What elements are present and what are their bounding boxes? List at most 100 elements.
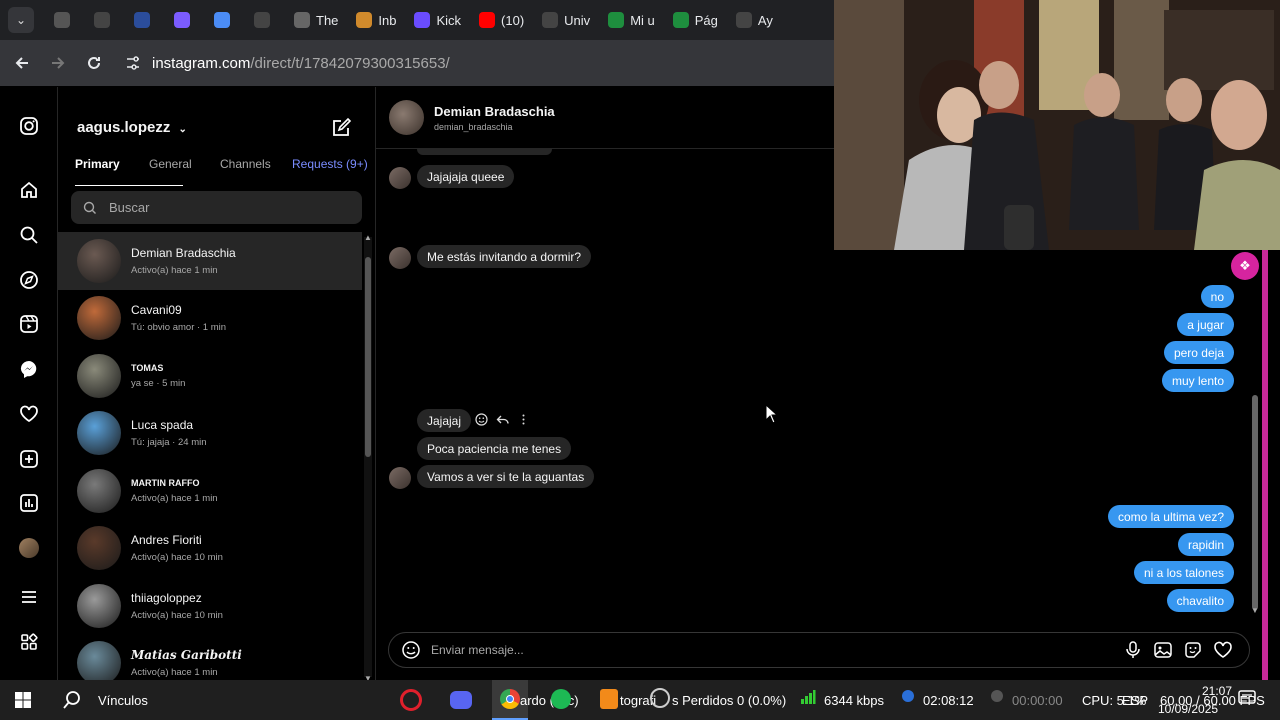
reload-icon: [88, 57, 100, 69]
account-switcher[interactable]: aagus.lopezz ⌄: [77, 119, 187, 136]
messenger-icon[interactable]: [17, 357, 41, 381]
site-info-icon[interactable]: [124, 54, 142, 72]
reels-icon[interactable]: [17, 312, 41, 336]
search-placeholder: Buscar: [109, 200, 150, 215]
message-out[interactable]: como la ultima vez?: [1107, 505, 1234, 528]
browser-tab[interactable]: [128, 5, 162, 35]
tab-general[interactable]: General: [149, 155, 192, 173]
browser-tab[interactable]: (10): [473, 5, 530, 35]
opera-icon[interactable]: [400, 689, 422, 711]
message-in[interactable]: Jajajaja queee: [417, 165, 515, 188]
avatar: [77, 238, 121, 283]
conversation-item[interactable]: TOMAS ya se · 5 min: [58, 347, 362, 405]
message-in[interactable]: Vamos a ver si te la aguantas: [417, 465, 595, 488]
chatgpt-icon: [735, 12, 752, 28]
windows-start-icon[interactable]: [14, 691, 32, 709]
taskbar-search[interactable]: Vínculos: [62, 690, 148, 710]
avatar: [77, 468, 121, 513]
browser-tab[interactable]: Kick: [408, 5, 467, 35]
notifications-heart-icon[interactable]: [17, 402, 41, 426]
reload-button[interactable]: [76, 45, 112, 81]
conversation-preview: Activo(a) hace 1 min: [131, 667, 218, 679]
notifications-icon[interactable]: [1238, 690, 1256, 706]
tab-channels[interactable]: Channels: [220, 155, 271, 173]
fl-studio-icon[interactable]: [600, 689, 618, 709]
url-field[interactable]: instagram.com/direct/t/17842079300315653…: [124, 46, 904, 80]
chatgpt-icon: [94, 12, 110, 28]
image-upload-icon[interactable]: [1153, 640, 1173, 660]
tab-requests[interactable]: Requests (9+): [292, 155, 368, 173]
chat-scroll-thumb[interactable]: [1252, 395, 1258, 610]
reply-icon[interactable]: [496, 413, 509, 426]
browser-tab[interactable]: Inb: [350, 5, 402, 35]
instagram-logo-icon[interactable]: [17, 114, 41, 138]
browser-tab[interactable]: Mi u: [602, 5, 661, 35]
inbox-scroll-thumb[interactable]: [365, 257, 371, 457]
contact-name[interactable]: Demian Bradaschia: [434, 104, 555, 119]
inbox-scrollbar[interactable]: ▲ ▼: [364, 233, 372, 680]
browser-tab[interactable]: [168, 5, 202, 35]
browser-tab[interactable]: [248, 5, 282, 35]
message-out[interactable]: rapidin: [1177, 533, 1234, 556]
apps-icon[interactable]: [17, 630, 41, 654]
microphone-icon[interactable]: [1123, 640, 1143, 660]
forward-button[interactable]: [40, 45, 76, 81]
home-icon[interactable]: [17, 178, 41, 202]
create-icon[interactable]: [17, 447, 41, 471]
message-out[interactable]: ni a los talones: [1133, 561, 1234, 584]
search-input[interactable]: Buscar: [71, 191, 362, 224]
scroll-down-arrow[interactable]: ▼: [1251, 606, 1259, 615]
clock-time[interactable]: 21:07: [1202, 684, 1232, 698]
like-heart-icon[interactable]: [1213, 640, 1233, 660]
conversation-item[interactable]: Andres Fioriti Activo(a) hace 10 min: [58, 520, 362, 578]
browser-tab[interactable]: Pág: [667, 5, 724, 35]
discord-icon[interactable]: [450, 691, 472, 709]
browser-tab[interactable]: Univ: [536, 5, 596, 35]
message-out[interactable]: pero deja: [1163, 341, 1234, 364]
browser-tab[interactable]: Ay: [730, 5, 779, 35]
message-out[interactable]: a jugar: [1177, 313, 1234, 336]
partial-message-top: [417, 149, 552, 155]
message-in[interactable]: Me estás invitando a dormir?: [417, 245, 592, 268]
explore-icon[interactable]: [17, 268, 41, 292]
extension-badge-icon[interactable]: ❖: [1231, 252, 1259, 280]
conversation-item[interactable]: Demian Bradaschia Activo(a) hace 1 min: [58, 232, 362, 290]
profile-avatar-icon[interactable]: [17, 536, 41, 560]
inbox-tabs: Primary General Channels Requests (9+): [58, 155, 375, 186]
browser-tab[interactable]: [208, 5, 242, 35]
sticker-icon[interactable]: [1183, 640, 1203, 660]
browser-tab[interactable]: [48, 5, 82, 35]
dashboard-icon[interactable]: [17, 491, 41, 515]
contact-avatar[interactable]: [389, 100, 424, 135]
react-emoji-icon[interactable]: [475, 413, 488, 426]
message-out[interactable]: muy lento: [1161, 369, 1234, 392]
conversation-name: Matias Garibotti: [131, 648, 242, 663]
tab-search-button[interactable]: ⌄: [8, 7, 34, 33]
avatar: [77, 353, 121, 398]
search-icon[interactable]: [17, 223, 41, 247]
conversation-item[interactable]: thiiagoloppez Activo(a) hace 10 min: [58, 577, 362, 635]
conversation-name: thiiagoloppez: [131, 590, 202, 605]
scroll-up-arrow[interactable]: ▲: [364, 233, 372, 242]
message-out[interactable]: chavalito: [1166, 589, 1234, 612]
spotify-icon[interactable]: [551, 689, 571, 709]
language-indicator[interactable]: ESP: [1122, 693, 1148, 708]
conversation-item[interactable]: Luca spada Tú: jajaja · 24 min: [58, 405, 362, 463]
compose-button[interactable]: [330, 117, 352, 139]
more-options-icon[interactable]: [517, 413, 530, 426]
emoji-picker-icon[interactable]: [401, 640, 421, 660]
more-menu-icon[interactable]: [17, 585, 41, 609]
back-button[interactable]: [4, 45, 40, 81]
browser-tab[interactable]: [88, 5, 122, 35]
message-in[interactable]: Poca paciencia me tenes: [417, 437, 572, 460]
conversation-item[interactable]: Matias Garibotti Activo(a) hace 1 min: [58, 635, 362, 680]
conversation-item[interactable]: Cavani09 Tú: obvio amor · 1 min: [58, 290, 362, 348]
message-in[interactable]: Jajajaj: [417, 409, 472, 432]
browser-tab[interactable]: The: [288, 5, 344, 35]
clock-date[interactable]: 10/09/2025: [1158, 702, 1218, 716]
message-input[interactable]: [431, 643, 1081, 657]
conversation-item[interactable]: MARTIN RAFFO Activo(a) hace 1 min: [58, 462, 362, 520]
message-out[interactable]: no: [1200, 285, 1234, 308]
chat-scrollbar[interactable]: ▲ ▼: [1250, 255, 1260, 615]
obs-icon[interactable]: [650, 688, 670, 708]
